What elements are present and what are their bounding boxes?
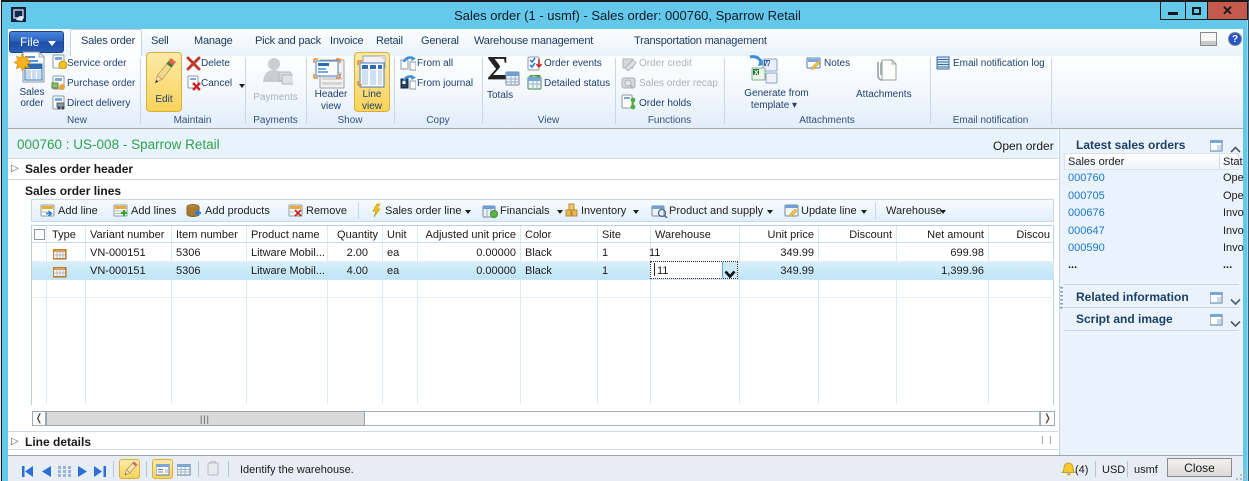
svg-text:X: X [754,70,759,77]
svg-text:W: W [765,61,772,68]
